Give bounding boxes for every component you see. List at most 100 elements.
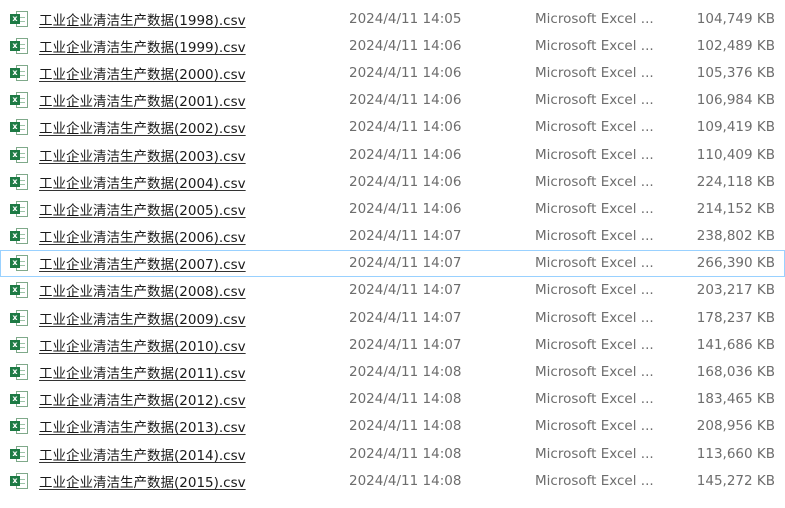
file-name[interactable]: 工业企业清洁生产数据(2004).csv <box>39 169 339 194</box>
file-icon-cell: x <box>10 305 32 330</box>
file-row-6[interactable]: x 工业企业清洁生产数据(2004).csv 2024/4/11 14:06 M… <box>0 168 785 195</box>
file-modified-date: 2024/4/11 14:07 <box>349 309 462 326</box>
file-name[interactable]: 工业企业清洁生产数据(2002).csv <box>39 115 339 140</box>
file-row-5[interactable]: x 工业企业清洁生产数据(2003).csv 2024/4/11 14:06 M… <box>0 141 785 168</box>
file-modified-date: 2024/4/11 14:06 <box>349 119 462 136</box>
file-modified-date: 2024/4/11 14:07 <box>349 228 462 245</box>
file-icon-cell: x <box>10 414 32 439</box>
excel-csv-file-icon: x <box>10 10 28 28</box>
file-type: Microsoft Excel ... <box>535 146 654 163</box>
file-name[interactable]: 工业企业清洁生产数据(2000).csv <box>39 60 339 85</box>
file-modified-date: 2024/4/11 14:06 <box>349 64 462 81</box>
file-row-0[interactable]: x 工业企业清洁生产数据(1998).csv 2024/4/11 14:05 M… <box>0 5 785 32</box>
file-icon-cell: x <box>10 251 32 276</box>
file-row-14[interactable]: x 工业企业清洁生产数据(2012).csv 2024/4/11 14:08 M… <box>0 386 785 413</box>
excel-csv-file-icon: x <box>10 472 28 490</box>
file-row-3[interactable]: x 工业企业清洁生产数据(2001).csv 2024/4/11 14:06 M… <box>0 87 785 114</box>
file-icon-cell: x <box>10 169 32 194</box>
file-row-focused[interactable]: x 工业企业清洁生产数据(2007).csv 2024/4/11 14:07 M… <box>0 249 785 277</box>
file-name[interactable]: 工业企业清洁生产数据(2009).csv <box>39 305 339 330</box>
excel-csv-file-icon: x <box>10 363 28 381</box>
excel-csv-file-icon: x <box>10 309 28 327</box>
file-size: 266,390 KB <box>696 255 775 272</box>
file-name[interactable]: 工业企业清洁生产数据(2010).csv <box>39 332 339 357</box>
file-row-1[interactable]: x 工业企业清洁生产数据(1999).csv 2024/4/11 14:06 M… <box>0 32 785 59</box>
file-type: Microsoft Excel ... <box>535 418 654 435</box>
file-name[interactable]: 工业企业清洁生产数据(2003).csv <box>39 142 339 167</box>
excel-csv-file-icon: x <box>10 254 28 272</box>
file-row-13[interactable]: x 工业企业清洁生产数据(2011).csv 2024/4/11 14:08 M… <box>0 358 785 385</box>
file-type: Microsoft Excel ... <box>535 282 654 299</box>
file-name[interactable]: 工业企业清洁生产数据(1999).csv <box>39 33 339 58</box>
file-size: 208,956 KB <box>696 418 775 435</box>
file-type: Microsoft Excel ... <box>535 336 654 353</box>
file-icon-cell: x <box>10 33 32 58</box>
file-name[interactable]: 工业企业清洁生产数据(2015).csv <box>39 468 339 493</box>
excel-csv-file-icon: x <box>10 445 28 463</box>
file-name[interactable]: 工业企业清洁生产数据(2011).csv <box>39 359 339 384</box>
excel-csv-file-icon: x <box>10 227 28 245</box>
file-modified-date: 2024/4/11 14:08 <box>349 364 462 381</box>
file-row-10[interactable]: x 工业企业清洁生产数据(2008).csv 2024/4/11 14:07 M… <box>0 277 785 304</box>
file-name[interactable]: 工业企业清洁生产数据(2012).csv <box>39 387 339 412</box>
file-icon-cell: x <box>10 115 32 140</box>
file-name[interactable]: 工业企业清洁生产数据(2006).csv <box>39 224 339 249</box>
file-modified-date: 2024/4/11 14:08 <box>349 445 462 462</box>
file-name[interactable]: 工业企业清洁生产数据(1998).csv <box>39 6 339 31</box>
excel-csv-file-icon: x <box>10 91 28 109</box>
file-modified-date: 2024/4/11 14:06 <box>349 200 462 217</box>
file-modified-date: 2024/4/11 14:06 <box>349 173 462 190</box>
file-row-16[interactable]: x 工业企业清洁生产数据(2014).csv 2024/4/11 14:08 M… <box>0 440 785 467</box>
file-type: Microsoft Excel ... <box>535 92 654 109</box>
file-row-12[interactable]: x 工业企业清洁生产数据(2010).csv 2024/4/11 14:07 M… <box>0 331 785 358</box>
file-type: Microsoft Excel ... <box>535 10 654 27</box>
file-name[interactable]: 工业企业清洁生产数据(2013).csv <box>39 414 339 439</box>
file-modified-date: 2024/4/11 14:07 <box>349 255 462 272</box>
file-icon-cell: x <box>10 60 32 85</box>
excel-csv-file-icon: x <box>10 390 28 408</box>
file-type: Microsoft Excel ... <box>535 64 654 81</box>
file-row-15[interactable]: x 工业企业清洁生产数据(2013).csv 2024/4/11 14:08 M… <box>0 413 785 440</box>
file-icon-cell: x <box>10 468 32 493</box>
file-size: 145,272 KB <box>696 472 775 489</box>
file-size: 106,984 KB <box>696 92 775 109</box>
excel-csv-file-icon: x <box>10 37 28 55</box>
file-modified-date: 2024/4/11 14:06 <box>349 146 462 163</box>
file-modified-date: 2024/4/11 14:08 <box>349 391 462 408</box>
file-icon-cell: x <box>10 441 32 466</box>
file-type: Microsoft Excel ... <box>535 173 654 190</box>
file-icon-cell: x <box>10 196 32 221</box>
file-type: Microsoft Excel ... <box>535 364 654 381</box>
file-modified-date: 2024/4/11 14:08 <box>349 472 462 489</box>
file-icon-cell: x <box>10 332 32 357</box>
file-icon-cell: x <box>10 88 32 113</box>
file-type: Microsoft Excel ... <box>535 37 654 54</box>
file-modified-date: 2024/4/11 14:06 <box>349 92 462 109</box>
file-name[interactable]: 工业企业清洁生产数据(2001).csv <box>39 88 339 113</box>
file-size: 203,217 KB <box>696 282 775 299</box>
file-modified-date: 2024/4/11 14:07 <box>349 336 462 353</box>
file-size: 102,489 KB <box>696 37 775 54</box>
excel-csv-file-icon: x <box>10 200 28 218</box>
file-icon-cell: x <box>10 224 32 249</box>
excel-csv-file-icon: x <box>10 64 28 82</box>
file-name[interactable]: 工业企业清洁生产数据(2008).csv <box>39 278 339 303</box>
file-row-7[interactable]: x 工业企业清洁生产数据(2005).csv 2024/4/11 14:06 M… <box>0 195 785 222</box>
file-name[interactable]: 工业企业清洁生产数据(2014).csv <box>39 441 339 466</box>
file-type: Microsoft Excel ... <box>535 472 654 489</box>
file-icon-cell: x <box>10 278 32 303</box>
file-row-11[interactable]: x 工业企业清洁生产数据(2009).csv 2024/4/11 14:07 M… <box>0 304 785 331</box>
file-icon-cell: x <box>10 6 32 31</box>
file-name[interactable]: 工业企业清洁生产数据(2005).csv <box>39 196 339 221</box>
file-row-2[interactable]: x 工业企业清洁生产数据(2000).csv 2024/4/11 14:06 M… <box>0 59 785 86</box>
file-type: Microsoft Excel ... <box>535 228 654 245</box>
file-icon-cell: x <box>10 387 32 412</box>
excel-csv-file-icon: x <box>10 173 28 191</box>
file-type: Microsoft Excel ... <box>535 445 654 462</box>
file-row-17[interactable]: x 工业企业清洁生产数据(2015).csv 2024/4/11 14:08 M… <box>0 467 785 494</box>
file-size: 109,419 KB <box>696 119 775 136</box>
file-name[interactable]: 工业企业清洁生产数据(2007).csv <box>39 251 339 276</box>
file-row-8[interactable]: x 工业企业清洁生产数据(2006).csv 2024/4/11 14:07 M… <box>0 223 785 250</box>
file-row-4[interactable]: x 工业企业清洁生产数据(2002).csv 2024/4/11 14:06 M… <box>0 114 785 141</box>
file-size: 141,686 KB <box>696 336 775 353</box>
